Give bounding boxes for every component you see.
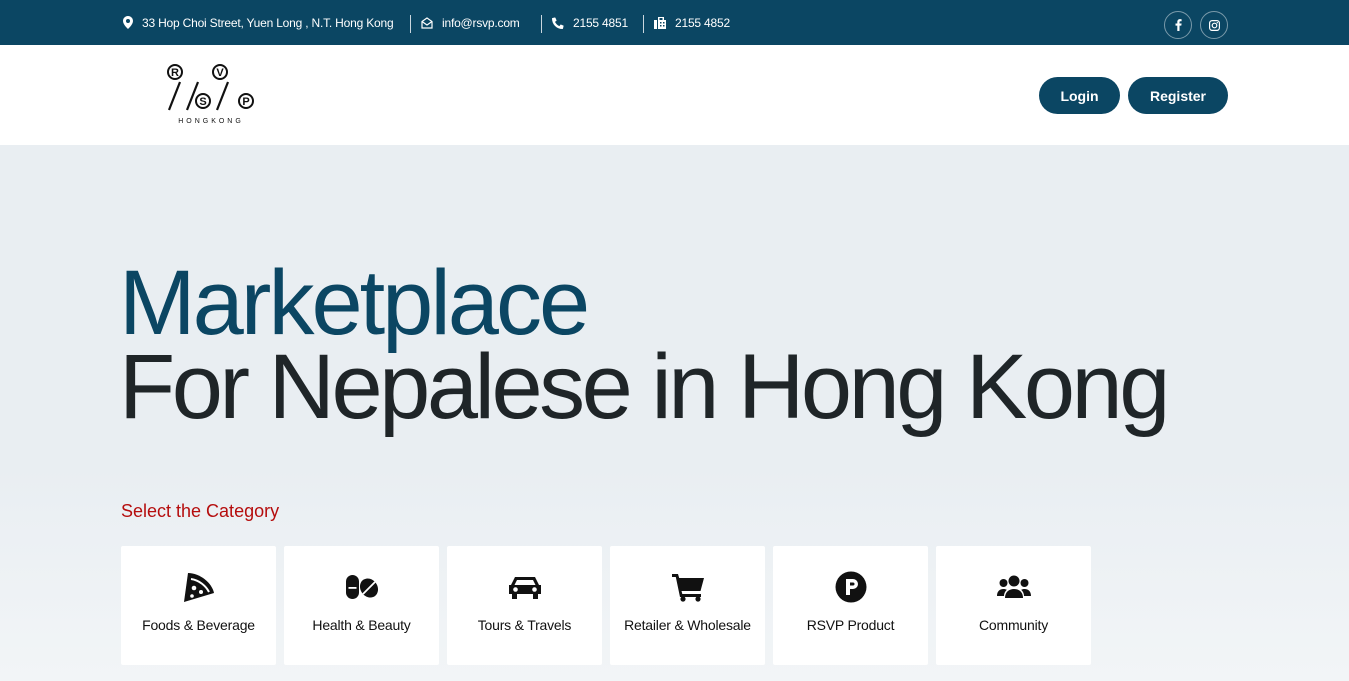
phone-text[interactable]: 2155 4851 xyxy=(573,16,628,30)
pills-icon xyxy=(345,575,378,599)
divider xyxy=(643,15,644,33)
fax-item: 2155 4852 xyxy=(654,0,730,45)
svg-text:R: R xyxy=(171,67,179,79)
category-label: Health & Beauty xyxy=(312,617,411,633)
phone-item[interactable]: 2155 4851 xyxy=(552,0,628,45)
cart-icon xyxy=(671,574,704,602)
category-label: Tours & Travels xyxy=(477,617,572,633)
svg-text:P: P xyxy=(242,96,249,108)
rsvp-logo-mark: R V S P HONGKONG xyxy=(167,64,254,125)
envelope-icon xyxy=(421,16,433,29)
category-card-tours[interactable]: Tours & Travels xyxy=(447,546,602,665)
svg-text:V: V xyxy=(216,67,224,79)
login-button[interactable]: Login xyxy=(1039,77,1120,114)
users-icon xyxy=(996,575,1031,598)
hero-subtitle: For Nepalese in Hong Kong xyxy=(119,336,1170,438)
category-card-rsvp-product[interactable]: RSVP Product xyxy=(773,546,928,665)
svg-text:S: S xyxy=(199,96,206,108)
site-header: R V S P HONGKONG Login Register xyxy=(0,45,1349,145)
hero-section: Marketplace For Nepalese in Hong Kong Se… xyxy=(0,145,1349,681)
pizza-icon xyxy=(183,573,214,602)
register-button[interactable]: Register xyxy=(1128,77,1228,114)
address-text: 33 Hop Choi Street, Yuen Long , N.T. Hon… xyxy=(142,15,394,30)
category-card-community[interactable]: Community xyxy=(936,546,1091,665)
category-label: RSVP Product xyxy=(806,617,895,633)
car-icon xyxy=(508,577,541,599)
email-item[interactable]: info@rsvp.com xyxy=(421,0,520,45)
divider xyxy=(410,15,411,33)
email-text[interactable]: info@rsvp.com xyxy=(442,16,520,30)
select-category-label: Select the Category xyxy=(121,501,280,521)
category-card-retail[interactable]: Retailer & Wholesale xyxy=(610,546,765,665)
phone-icon xyxy=(552,16,564,29)
instagram-link[interactable] xyxy=(1200,11,1228,39)
parking-p-icon xyxy=(835,571,866,603)
category-card-health[interactable]: Health & Beauty xyxy=(284,546,439,665)
category-card-foods[interactable]: Foods & Beverage xyxy=(121,546,276,665)
fax-icon xyxy=(654,16,666,29)
divider xyxy=(541,15,542,33)
address-item: 33 Hop Choi Street, Yuen Long , N.T. Hon… xyxy=(123,0,394,45)
fax-text: 2155 4852 xyxy=(675,15,730,30)
rsvp-logo[interactable]: R V S P HONGKONG xyxy=(166,64,256,126)
category-label: Community xyxy=(979,617,1048,633)
category-label: Retailer & Wholesale xyxy=(624,617,751,633)
svg-text:HONGKONG: HONGKONG xyxy=(178,118,244,125)
location-pin-icon xyxy=(123,16,133,29)
top-contact-bar: 33 Hop Choi Street, Yuen Long , N.T. Hon… xyxy=(0,0,1349,45)
category-label: Foods & Beverage xyxy=(142,617,255,633)
facebook-icon xyxy=(1175,19,1182,31)
instagram-icon xyxy=(1208,19,1220,31)
facebook-link[interactable] xyxy=(1164,11,1192,39)
